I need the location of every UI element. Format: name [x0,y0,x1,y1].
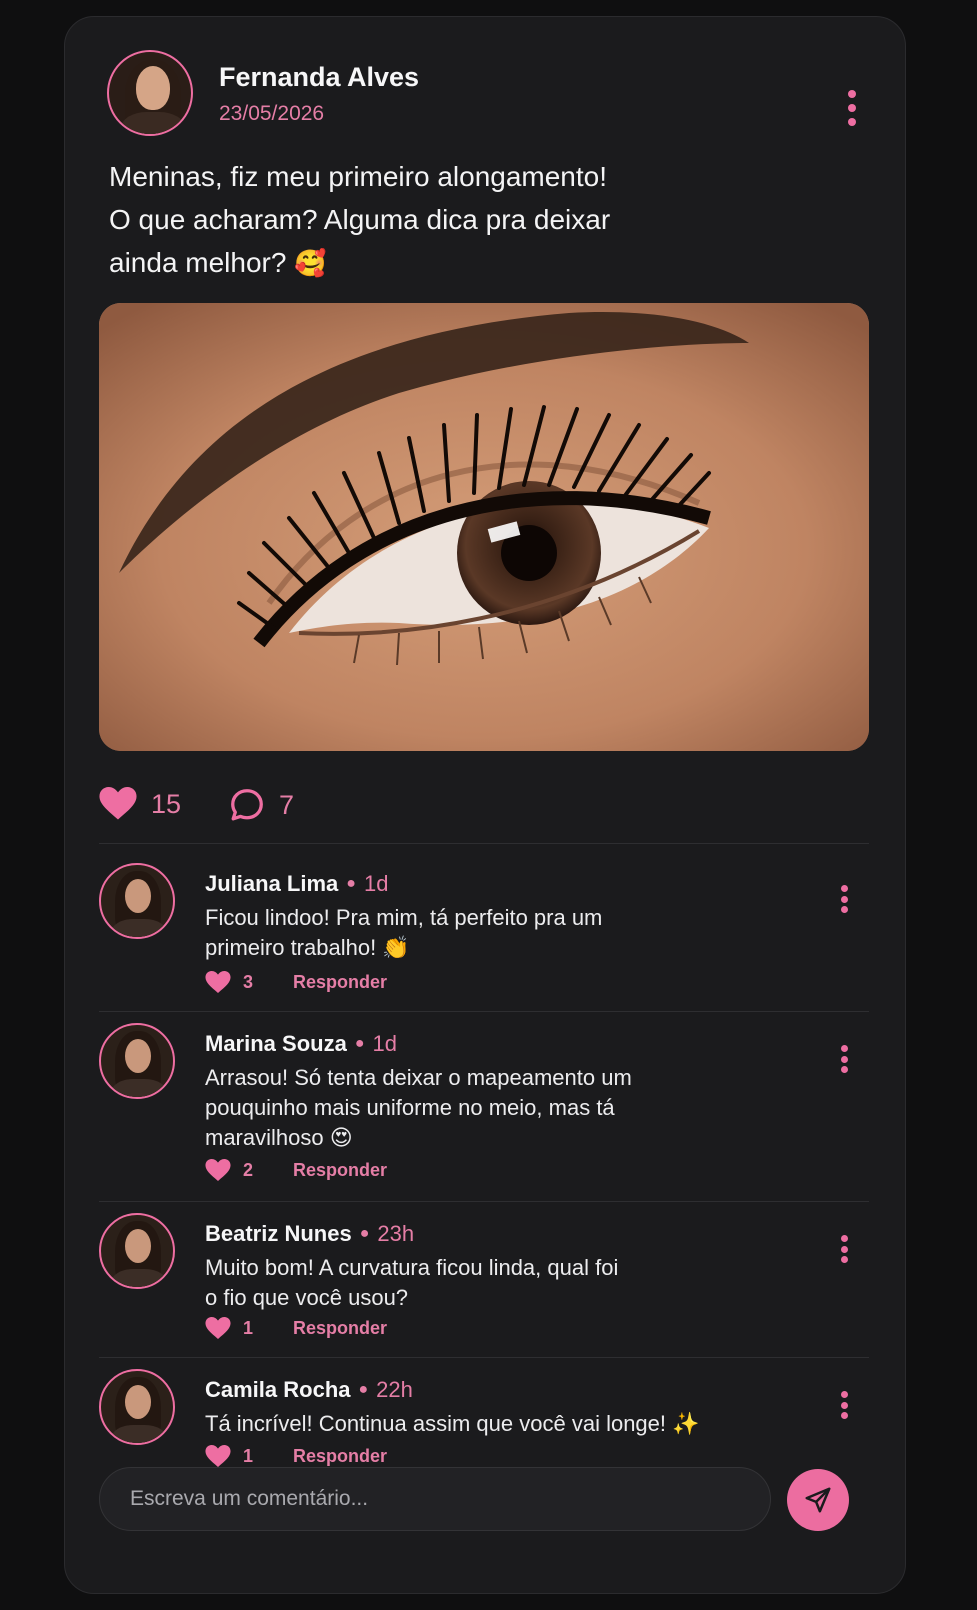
comment-options-icon[interactable] [839,885,849,913]
comment-composer [99,1467,771,1531]
comment-text: Ficou lindoo! Pra mim, tá perfeito pra u… [205,903,725,963]
comment-text-body: Muito bom! A curvatura ficou linda, qual… [205,1255,619,1310]
divider [99,1201,869,1202]
post-text: Meninas, fiz meu primeiro alongamento! O… [109,155,709,285]
heart-icon [205,971,231,993]
comment-actions: 1 Responder [205,1445,387,1468]
send-icon [805,1487,831,1513]
comment-header: Camila Rocha ● 22h [205,1377,413,1403]
post-card: Fernanda Alves 23/05/2026 Meninas, fiz m… [64,16,906,1594]
comment-options-icon[interactable] [839,1045,849,1073]
comment-header: Juliana Lima ● 1d [205,871,388,897]
post-actions: 15 7 [99,787,499,827]
comment-item: Marina Souza ● 1d Arrasou! Só tenta deixar… [99,1023,869,1193]
dot-separator: ● [358,1381,369,1398]
author-name[interactable]: Fernanda Alves [219,62,419,93]
comment-text: Muito bom! A curvatura ficou linda, qual… [205,1253,725,1313]
post-text-emoji: 🥰 [294,248,327,278]
author-avatar[interactable] [107,50,193,136]
comment-emoji: 😍 [329,1125,353,1150]
heart-icon [205,1445,231,1467]
reply-button[interactable]: Responder [293,1446,387,1467]
dot-separator: ● [346,875,356,892]
comment-actions: 1 Responder [205,1317,387,1340]
comment-like-button[interactable]: 1 [205,1445,253,1468]
comment-time: 22h [376,1377,413,1402]
comment-input[interactable] [100,1468,770,1530]
comment-item: Juliana Lima ● 1d Ficou lindoo! Pra mim, t… [99,863,869,1003]
heart-icon [99,787,137,820]
commenter-name[interactable]: Beatriz Nunes [205,1221,352,1246]
comment-header: Beatriz Nunes ● 23h [205,1221,414,1247]
commenter-name[interactable]: Juliana Lima [205,871,338,896]
comment-like-count: 3 [243,972,254,992]
comment-options-icon[interactable] [839,1391,849,1419]
eye-lash-photo [99,303,869,751]
comment-bubble-icon [231,789,263,821]
dot-separator: ● [359,1225,370,1242]
commenter-avatar[interactable] [99,1213,175,1289]
comment-item: Beatriz Nunes ● 23h Muito bom! A curvatura… [99,1213,869,1353]
comment-text-body: Arrasou! Só tenta deixar o mapeamento um… [205,1065,632,1150]
comment-text: Arrasou! Só tenta deixar o mapeamento um… [205,1063,725,1153]
comment-time: 1d [363,871,389,896]
comment-like-count: 1 [243,1446,254,1466]
dot-separator: ● [354,1035,365,1052]
comment-text-body: Tá incrível! Continua assim que você vai… [205,1411,667,1436]
comment-actions: 2 Responder [205,1159,387,1182]
comment-like-button[interactable]: 3 [205,971,253,994]
commenter-name[interactable]: Marina Souza [205,1031,347,1056]
comment-count: 7 [279,789,295,820]
comment-header: Marina Souza ● 1d [205,1031,397,1057]
comment-options-icon[interactable] [839,1235,849,1263]
commenter-avatar[interactable] [99,1023,175,1099]
divider [99,1357,869,1358]
heart-icon [205,1317,231,1339]
post-text-body: Meninas, fiz meu primeiro alongamento! O… [109,161,611,278]
comment-like-button[interactable]: 1 [205,1317,253,1340]
comment-like-button[interactable]: 2 [205,1159,253,1182]
comment-like-count: 1 [243,1318,254,1338]
post-options-icon[interactable] [847,90,857,126]
reply-button[interactable]: Responder [293,972,387,993]
send-button[interactable] [787,1469,849,1531]
heart-icon [205,1159,231,1181]
post-date: 23/05/2026 [219,102,325,125]
commenter-name[interactable]: Camila Rocha [205,1377,351,1402]
comment-actions: 3 Responder [205,971,387,994]
commenter-avatar[interactable] [99,1369,175,1445]
like-button[interactable]: 15 [99,787,181,821]
comment-like-count: 2 [243,1160,254,1180]
comment-text: Tá incrível! Continua assim que você vai… [205,1409,805,1439]
commenter-avatar[interactable] [99,863,175,939]
comment-button[interactable]: 7 [229,787,294,823]
comment-emoji: ✨ [672,1411,700,1436]
comment-time: 1d [372,1031,397,1056]
reply-button[interactable]: Responder [293,1318,387,1339]
divider [99,843,869,844]
post-header: Fernanda Alves 23/05/2026 [107,50,863,138]
comment-time: 23h [377,1221,415,1246]
divider [99,1011,869,1012]
post-photo[interactable] [99,303,869,751]
reply-button[interactable]: Responder [293,1160,387,1181]
comment-emoji: 👏 [382,935,410,960]
like-count: 15 [151,788,182,819]
